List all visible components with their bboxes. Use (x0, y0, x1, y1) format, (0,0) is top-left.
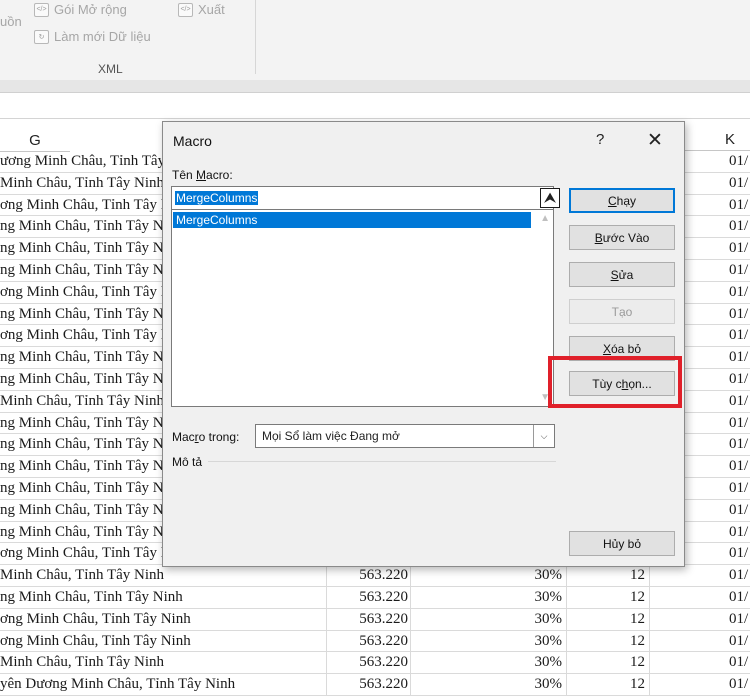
expansion-packs-button[interactable]: </> Gói Mở rộng (34, 2, 127, 17)
cell-k[interactable]: 01/ (650, 587, 750, 608)
cell-j[interactable]: 12 (567, 608, 650, 630)
ribbon: uồn </> Gói Mở rộng </> Xuất ↻ Làm mới D… (0, 0, 750, 80)
cell-j[interactable]: 12 (567, 565, 650, 586)
cell-k[interactable]: 01/ (650, 631, 750, 652)
expansion-packs-label: Gói Mở rộng (54, 2, 127, 17)
cell-i[interactable]: 30% (411, 674, 567, 695)
cell-k[interactable]: 01/ (650, 652, 750, 673)
cell-j[interactable]: 12 (567, 586, 650, 608)
table-row: Minh Châu, Tỉnh Tây Ninh563.22030%1201/ (0, 565, 750, 587)
cell-j[interactable]: 12 (567, 652, 650, 674)
cell-k[interactable]: 01/ (650, 565, 750, 586)
upload-arrow-icon[interactable]: ⮝ (540, 188, 560, 208)
expansion-packs-icon: </> (34, 2, 49, 17)
help-icon[interactable]: ? (596, 131, 604, 148)
table-row: ng Minh Châu, Tỉnh Tây Ninh563.22030%120… (0, 586, 750, 609)
step-into-button[interactable]: Bước Vào (569, 225, 675, 250)
cell-g[interactable]: yên Dương Minh Châu, Tỉnh Tây Ninh (0, 674, 327, 695)
cell-i[interactable]: 30% (411, 565, 567, 586)
description-divider (208, 461, 556, 462)
refresh-data-label: Làm mới Dữ liệu (54, 29, 151, 44)
macro-dialog: Macro ? ✕ Tên Macro: MergeColumns ⮝ Merg… (162, 121, 685, 567)
chevron-down-icon[interactable]: ⌵ (533, 425, 554, 447)
macro-name-label: Tên Macro: (172, 168, 233, 182)
cancel-button[interactable]: Hủy bỏ (569, 531, 675, 556)
close-icon[interactable]: ✕ (647, 129, 663, 152)
ribbon-group-xml: XML (98, 62, 123, 76)
cell-h[interactable]: 563.220 (327, 586, 411, 608)
cell-h[interactable]: 563.220 (327, 630, 411, 652)
cell-j[interactable]: 12 (567, 630, 650, 652)
export-icon: </> (178, 2, 193, 17)
cell-h[interactable]: 563.220 (327, 608, 411, 630)
ribbon-separator (255, 0, 256, 74)
ribbon-partial-label: uồn (0, 14, 22, 29)
cell-h[interactable]: 563.220 (327, 565, 411, 586)
description-label: Mô tả (172, 455, 203, 469)
column-header-g[interactable]: G (0, 129, 70, 152)
macro-list[interactable]: MergeColumns ▲ ▼ (171, 210, 554, 407)
cell-g[interactable]: Minh Châu, Tỉnh Tây Ninh (0, 652, 327, 674)
cell-g[interactable]: Minh Châu, Tỉnh Tây Ninh (0, 565, 327, 586)
cell-k[interactable]: 01/ (650, 609, 750, 630)
cell-g[interactable]: ơng Minh Châu, Tỉnh Tây Ninh (0, 608, 327, 630)
refresh-data-icon: ↻ (34, 29, 49, 44)
cell-g[interactable]: ng Minh Châu, Tỉnh Tây Ninh (0, 586, 327, 608)
table-row: ơng Minh Châu, Tỉnh Tây Ninh563.22030%12… (0, 630, 750, 653)
cell-i[interactable]: 30% (411, 652, 567, 674)
macro-name-value: MergeColumns (175, 191, 259, 205)
edit-button[interactable]: Sửa (569, 262, 675, 287)
macros-in-value: Mọi Sổ làm việc Đang mở (262, 429, 400, 443)
formula-bar[interactable] (0, 93, 750, 119)
cell-g[interactable]: ơng Minh Châu, Tỉnh Tây Ninh (0, 630, 327, 652)
cell-i[interactable]: 30% (411, 630, 567, 652)
run-button[interactable]: Chạy (569, 188, 675, 213)
table-row: Minh Châu, Tỉnh Tây Ninh563.22030%1201/ (0, 652, 750, 675)
macros-in-label: Macro trong: (172, 430, 240, 444)
cell-i[interactable]: 30% (411, 586, 567, 608)
refresh-data-button[interactable]: ↻ Làm mới Dữ liệu (34, 29, 151, 44)
export-label: Xuất (198, 2, 225, 17)
macros-in-select[interactable]: Mọi Sổ làm việc Đang mở ⌵ (255, 424, 555, 448)
column-header-k[interactable]: K (685, 129, 750, 151)
highlight-box (548, 356, 682, 408)
table-row: yên Dương Minh Châu, Tỉnh Tây Ninh 563.22… (0, 674, 750, 696)
cell-h[interactable]: 563.220 (327, 652, 411, 674)
table-row: ơng Minh Châu, Tỉnh Tây Ninh563.22030%12… (0, 608, 750, 631)
cell-k[interactable]: 01/ (650, 674, 750, 695)
export-button[interactable]: </> Xuất (178, 2, 225, 17)
cell-i[interactable]: 30% (411, 608, 567, 630)
list-item[interactable]: MergeColumns (173, 212, 531, 228)
ribbon-bottom-bar (0, 80, 750, 93)
macro-name-input[interactable]: MergeColumns ⮝ (171, 186, 560, 210)
create-button[interactable]: Tạo (569, 299, 675, 324)
cell-j[interactable]: 12 (567, 674, 650, 695)
cell-h[interactable]: 563.220 (327, 674, 411, 695)
dialog-title: Macro (173, 133, 212, 149)
scroll-up-icon[interactable]: ▲ (540, 213, 550, 224)
